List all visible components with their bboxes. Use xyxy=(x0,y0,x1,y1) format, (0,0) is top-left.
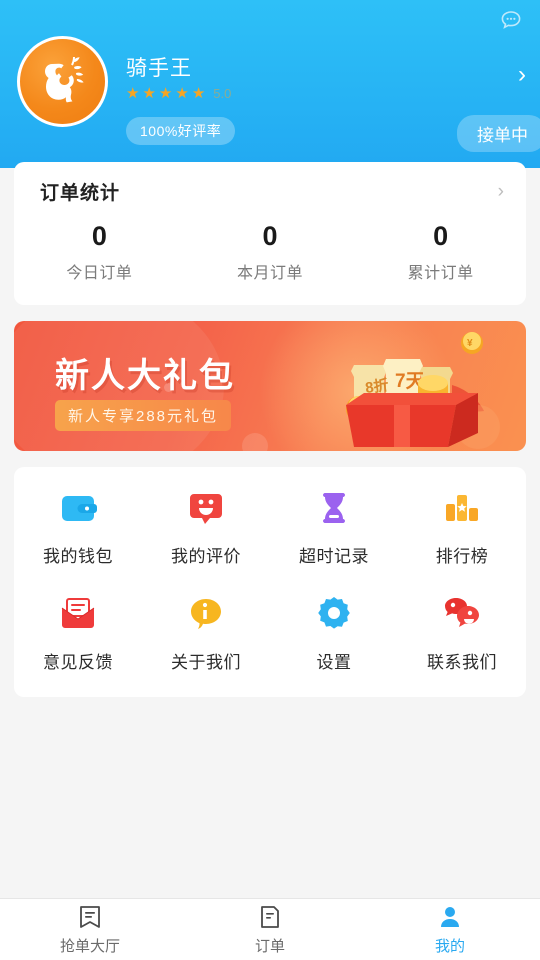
feedback-envelope-icon xyxy=(57,593,99,635)
menu-grid-card: 我的钱包 我的评价 超时记录 排行榜 意见反馈 关于我们 设置 联系我们 xyxy=(14,467,526,698)
praise-rate-badge: 100%好评率 xyxy=(126,117,236,145)
banner-subtitle: 新人专享288元礼包 xyxy=(55,400,232,432)
hourglass-icon xyxy=(313,487,355,529)
menu-item-contact-us[interactable]: 联系我们 xyxy=(398,593,526,673)
squirrel-mascot-avatar xyxy=(44,56,84,102)
gear-icon xyxy=(313,593,355,635)
bar-chart-rank-icon xyxy=(441,487,483,529)
stat-today: 0 今日订单 xyxy=(14,221,185,283)
star-icon: ★ xyxy=(126,85,140,102)
bookmark-list-icon xyxy=(80,905,100,928)
rider-name: 骑手王 xyxy=(126,57,192,80)
star-icon: ★ xyxy=(158,85,173,102)
menu-item-feedback[interactable]: 意见反馈 xyxy=(14,593,142,673)
chevron-right-icon[interactable]: › xyxy=(498,181,504,203)
menu-label: 排行榜 xyxy=(435,547,489,567)
tab-label: 我的 xyxy=(434,937,465,955)
smiley-review-icon xyxy=(185,487,227,529)
newcomer-gift-banner[interactable]: 8折 7天 8 ¥ ¥ ¥ 新人大礼包 新人专享288元礼包 xyxy=(14,321,526,452)
order-document-icon xyxy=(261,905,279,928)
star-icon: ★ xyxy=(175,85,189,102)
profile-header: 骑手王 ★ ★ ★ ★ ★ 5.0 100%好评率 接单中 › xyxy=(0,0,540,168)
chat-bubble-dots-icon xyxy=(501,11,521,29)
rating-value: 5.0 xyxy=(213,86,232,101)
menu-item-wallet[interactable]: 我的钱包 xyxy=(14,487,142,567)
status-badge[interactable]: 接单中 xyxy=(457,115,540,152)
menu-item-about-us[interactable]: 关于我们 xyxy=(142,593,270,673)
banner-title: 新人大礼包 xyxy=(55,357,235,396)
tab-label: 抢单大厅 xyxy=(59,937,120,955)
gift-box-illustration: 8折 7天 8 ¥ ¥ ¥ xyxy=(346,332,500,450)
menu-label: 联系我们 xyxy=(427,653,497,673)
banner-bubble-decoration xyxy=(242,433,268,452)
order-stats-title: 订单统计 xyxy=(40,183,121,204)
wallet-icon xyxy=(57,487,99,529)
profile-chevron-icon[interactable]: › xyxy=(518,63,526,87)
stat-value: 0 xyxy=(262,221,278,251)
menu-item-settings[interactable]: 设置 xyxy=(270,593,398,673)
tab-profile[interactable]: 我的 xyxy=(360,899,540,960)
menu-label: 我的钱包 xyxy=(43,547,113,567)
tab-label: 订单 xyxy=(254,937,285,955)
menu-item-timeout-records[interactable]: 超时记录 xyxy=(270,487,398,567)
tab-orders[interactable]: 订单 xyxy=(180,899,360,960)
stat-month: 0 本月订单 xyxy=(185,221,356,283)
rating-stars: ★ ★ ★ ★ ★ 5.0 xyxy=(126,86,231,101)
bottom-tab-bar: 抢单大厅 订单 我的 xyxy=(0,898,540,960)
star-icon: ★ xyxy=(142,85,156,102)
order-stats-card[interactable]: 订单统计 › 0 今日订单 0 本月订单 0 累计订单 xyxy=(14,162,526,306)
stat-label: 累计订单 xyxy=(407,265,474,283)
stat-total: 0 累计订单 xyxy=(355,221,526,283)
svg-text:¥: ¥ xyxy=(467,338,473,349)
stat-label: 今日订单 xyxy=(66,265,133,283)
chat-button[interactable] xyxy=(494,4,528,38)
menu-row-2: 意见反馈 关于我们 设置 联系我们 xyxy=(14,593,526,673)
contact-bubbles-icon xyxy=(441,593,483,635)
gift-box-body xyxy=(346,393,478,448)
person-icon xyxy=(441,906,459,927)
menu-label: 关于我们 xyxy=(171,653,241,673)
stat-value: 0 xyxy=(91,221,107,251)
avatar[interactable] xyxy=(17,36,108,127)
stat-value: 0 xyxy=(433,221,449,251)
star-icon: ★ xyxy=(191,85,206,102)
tab-order-hall[interactable]: 抢单大厅 xyxy=(0,899,180,960)
menu-label: 超时记录 xyxy=(299,547,369,567)
menu-label: 意见反馈 xyxy=(43,653,113,673)
order-stats-header: 订单统计 › xyxy=(14,178,526,205)
menu-row-1: 我的钱包 我的评价 超时记录 排行榜 xyxy=(14,487,526,567)
menu-item-reviews[interactable]: 我的评价 xyxy=(142,487,270,567)
menu-item-ranking[interactable]: 排行榜 xyxy=(398,487,526,567)
menu-label: 我的评价 xyxy=(171,547,241,567)
menu-label: 设置 xyxy=(316,653,352,673)
order-stats-row: 0 今日订单 0 本月订单 0 累计订单 xyxy=(14,221,526,283)
stat-label: 本月订单 xyxy=(237,265,304,283)
info-bubble-icon xyxy=(185,593,227,635)
